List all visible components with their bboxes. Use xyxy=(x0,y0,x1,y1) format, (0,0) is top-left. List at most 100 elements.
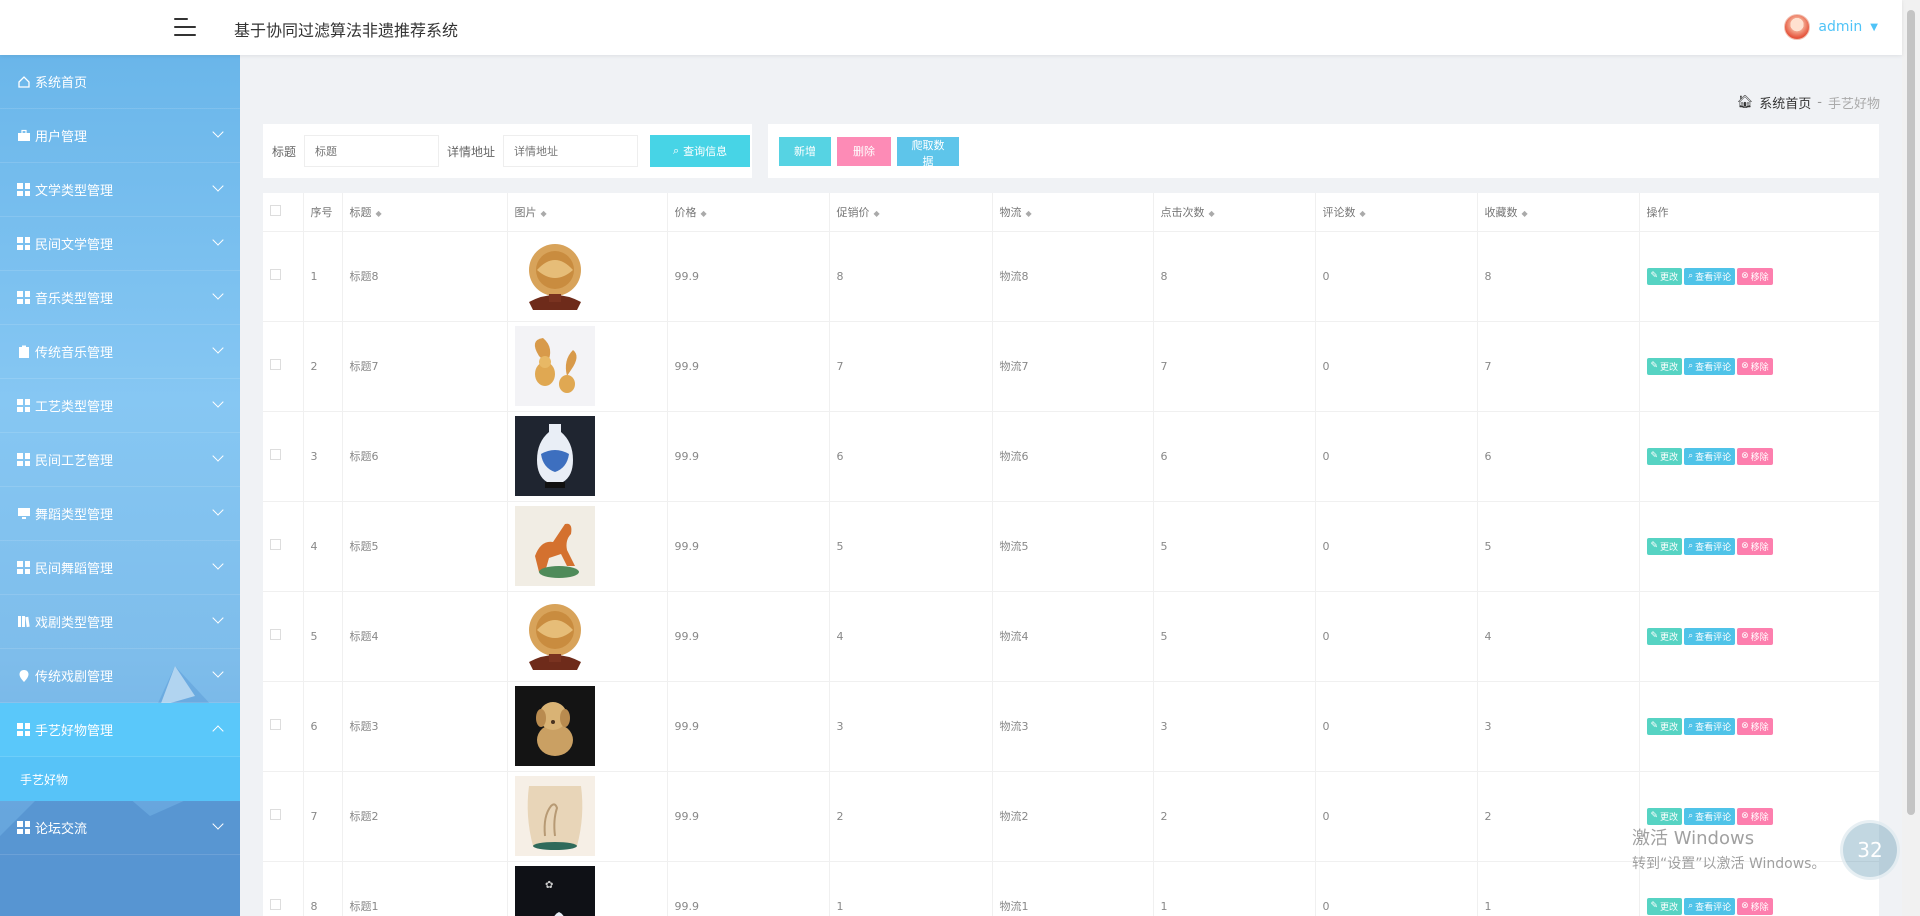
column-header-8[interactable]: 收藏数 ◆ xyxy=(1477,193,1640,232)
sidebar-subitem-active[interactable]: 手艺好物 xyxy=(0,757,240,801)
user-menu[interactable]: admin ▼ xyxy=(1784,14,1878,40)
sidebar-item-12[interactable]: 手艺好物管理 xyxy=(0,703,240,757)
view-comments-button[interactable]: ⌕ 查看评论 xyxy=(1684,807,1736,825)
view-comments-button[interactable]: ⌕ 查看评论 xyxy=(1684,357,1736,375)
row-clicks: 3 xyxy=(1153,681,1316,772)
row-checkbox[interactable] xyxy=(270,629,281,640)
sidebar-item-6[interactable]: 工艺类型管理 xyxy=(0,379,240,433)
edit-button[interactable]: ✎ 更改 xyxy=(1646,897,1683,915)
crawl-data-button[interactable]: 爬取数据 xyxy=(897,136,959,168)
row-price: 99.9 xyxy=(667,591,830,682)
edit-button[interactable]: ✎ 更改 xyxy=(1646,267,1683,285)
edit-button[interactable]: ✎ 更改 xyxy=(1646,357,1683,375)
monitor-icon xyxy=(16,506,31,521)
scrollbar-thumb[interactable] xyxy=(1907,10,1915,815)
grid-icon xyxy=(16,560,31,575)
column-header-2[interactable]: 图片 ◆ xyxy=(507,193,668,232)
edit-button[interactable]: ✎ 更改 xyxy=(1646,717,1683,735)
sidebar-item-5[interactable]: 传统音乐管理 xyxy=(0,325,240,379)
delete-button[interactable]: 删除 xyxy=(837,136,891,166)
remove-button[interactable]: ⊗ 移除 xyxy=(1737,807,1773,825)
edit-button[interactable]: ✎ 更改 xyxy=(1646,537,1683,555)
edit-button[interactable]: ✎ 更改 xyxy=(1646,447,1683,465)
column-header-4[interactable]: 促销价 ◆ xyxy=(829,193,993,232)
remove-button[interactable]: ⊗ 移除 xyxy=(1737,267,1773,285)
chevron-down-icon xyxy=(212,612,224,624)
column-header-6[interactable]: 点击次数 ◆ xyxy=(1153,193,1316,232)
sidebar-item-8[interactable]: 舞蹈类型管理 xyxy=(0,487,240,541)
column-header-label: 物流 xyxy=(999,205,1022,219)
column-header-7[interactable]: 评论数 ◆ xyxy=(1315,193,1478,232)
row-checkbox[interactable] xyxy=(270,899,281,910)
data-table-card: 序号 标题 ◆ 图片 ◆ 价格 ◆ 促销价 ◆ 物流 ◆ 点击次数 ◆ 评论数 ◆ 收藏数 ◆ 操作 1 标题8 99… xyxy=(263,193,1879,916)
column-header-1[interactable]: 标题 ◆ xyxy=(342,193,508,232)
view-comments-button[interactable]: ⌕ 查看评论 xyxy=(1684,267,1736,285)
breadcrumb-current: 手艺好物 xyxy=(1827,97,1880,112)
column-header-label: 收藏数 xyxy=(1484,205,1518,219)
grid-icon xyxy=(16,722,31,737)
table-body: 1 标题8 99.9 8 物流8 8 0 8 ✎ 更改 ⌕ 查看评论 ⊗ 移除 2 标题7 99.9 7 物流7 7 0… xyxy=(263,231,1879,916)
floating-badge[interactable]: 32 xyxy=(1840,820,1900,880)
sidebar-item-3[interactable]: 民间文学管理 xyxy=(0,217,240,271)
table-row: 1 标题8 99.9 8 物流8 8 0 8 ✎ 更改 ⌕ 查看评论 ⊗ 移除 xyxy=(263,231,1879,322)
sidebar-item-9[interactable]: 民间舞蹈管理 xyxy=(0,541,240,595)
row-checkbox[interactable] xyxy=(270,719,281,730)
sidebar-item-2[interactable]: 文学类型管理 xyxy=(0,163,240,217)
sort-icon[interactable]: ◆ xyxy=(376,209,382,218)
title-input[interactable] xyxy=(304,135,440,167)
sort-icon[interactable]: ◆ xyxy=(701,209,707,218)
add-button[interactable]: 新增 xyxy=(779,136,831,166)
sort-icon[interactable]: ◆ xyxy=(1360,209,1366,218)
row-promo-price: 3 xyxy=(829,681,993,772)
view-comments-button[interactable]: ⌕ 查看评论 xyxy=(1684,717,1736,735)
row-checkbox[interactable] xyxy=(270,809,281,820)
column-header-3[interactable]: 价格 ◆ xyxy=(667,193,830,232)
remove-button[interactable]: ⊗ 移除 xyxy=(1737,537,1773,555)
sidebar-item-1[interactable]: 用户管理 xyxy=(0,109,240,163)
product-image: ✿ xyxy=(514,866,660,916)
edit-button[interactable]: ✎ 更改 xyxy=(1646,627,1683,645)
edit-button-label: 更改 xyxy=(1660,452,1679,463)
view-comments-button[interactable]: ⌕ 查看评论 xyxy=(1684,447,1736,465)
chevron-down-icon xyxy=(212,342,224,354)
sidebar-item-0[interactable]: 系统首页 xyxy=(0,55,240,109)
sort-icon[interactable]: ◆ xyxy=(541,209,547,218)
sidebar-item-10[interactable]: 戏剧类型管理 xyxy=(0,595,240,649)
page-scrollbar[interactable] xyxy=(1902,0,1920,916)
table-header-row: 序号 标题 ◆ 图片 ◆ 价格 ◆ 促销价 ◆ 物流 ◆ 点击次数 ◆ 评论数 ◆ 收藏数 ◆ 操作 xyxy=(263,193,1879,232)
menu-toggle-icon[interactable] xyxy=(174,17,196,37)
breadcrumb-home[interactable]: 系统首页 xyxy=(1759,93,1811,112)
row-promo-price: 7 xyxy=(829,321,993,412)
sort-icon[interactable]: ◆ xyxy=(874,209,880,218)
search-button[interactable]: ⌕ 查询信息 xyxy=(650,135,751,167)
column-header-label: 点击次数 xyxy=(1160,205,1205,219)
sort-icon[interactable]: ◆ xyxy=(1522,209,1528,218)
row-checkbox[interactable] xyxy=(270,359,281,370)
row-actions: ✎ 更改 ⌕ 查看评论 ⊗ 移除 xyxy=(1639,501,1879,592)
view-comments-button[interactable]: ⌕ 查看评论 xyxy=(1684,897,1736,915)
view-comments-button[interactable]: ⌕ 查看评论 xyxy=(1684,537,1736,555)
column-header-5[interactable]: 物流 ◆ xyxy=(992,193,1154,232)
sidebar-item-13[interactable]: 论坛交流 xyxy=(0,801,240,855)
remove-button[interactable]: ⊗ 移除 xyxy=(1737,717,1773,735)
close-circle-icon: ⊗ xyxy=(1741,631,1749,641)
row-actions: ✎ 更改 ⌕ 查看评论 ⊗ 移除 xyxy=(1639,321,1879,412)
row-checkbox[interactable] xyxy=(270,539,281,550)
sort-icon[interactable]: ◆ xyxy=(1209,209,1215,218)
sort-icon[interactable]: ◆ xyxy=(1026,209,1032,218)
remove-button[interactable]: ⊗ 移除 xyxy=(1737,897,1773,915)
sidebar-item-7[interactable]: 民间工艺管理 xyxy=(0,433,240,487)
select-all-checkbox[interactable] xyxy=(270,204,281,216)
view-comments-button[interactable]: ⌕ 查看评论 xyxy=(1684,627,1736,645)
sidebar-item-4[interactable]: 音乐类型管理 xyxy=(0,271,240,325)
remove-button[interactable]: ⊗ 移除 xyxy=(1737,447,1773,465)
remove-button[interactable]: ⊗ 移除 xyxy=(1737,627,1773,645)
row-checkbox[interactable] xyxy=(270,449,281,460)
sidebar: 系统首页 用户管理 文学类型管理 民间文学管理 音乐类型管理 传统音乐管理 工艺类型管理 民间… xyxy=(0,55,240,916)
edit-button[interactable]: ✎ 更改 xyxy=(1646,807,1683,825)
sidebar-item-11[interactable]: 传统戏剧管理 xyxy=(0,649,240,703)
remove-button[interactable]: ⊗ 移除 xyxy=(1737,357,1773,375)
row-checkbox[interactable] xyxy=(270,269,281,280)
watermark-line1: 激活 Windows xyxy=(1632,828,1755,849)
address-input[interactable] xyxy=(503,135,639,167)
